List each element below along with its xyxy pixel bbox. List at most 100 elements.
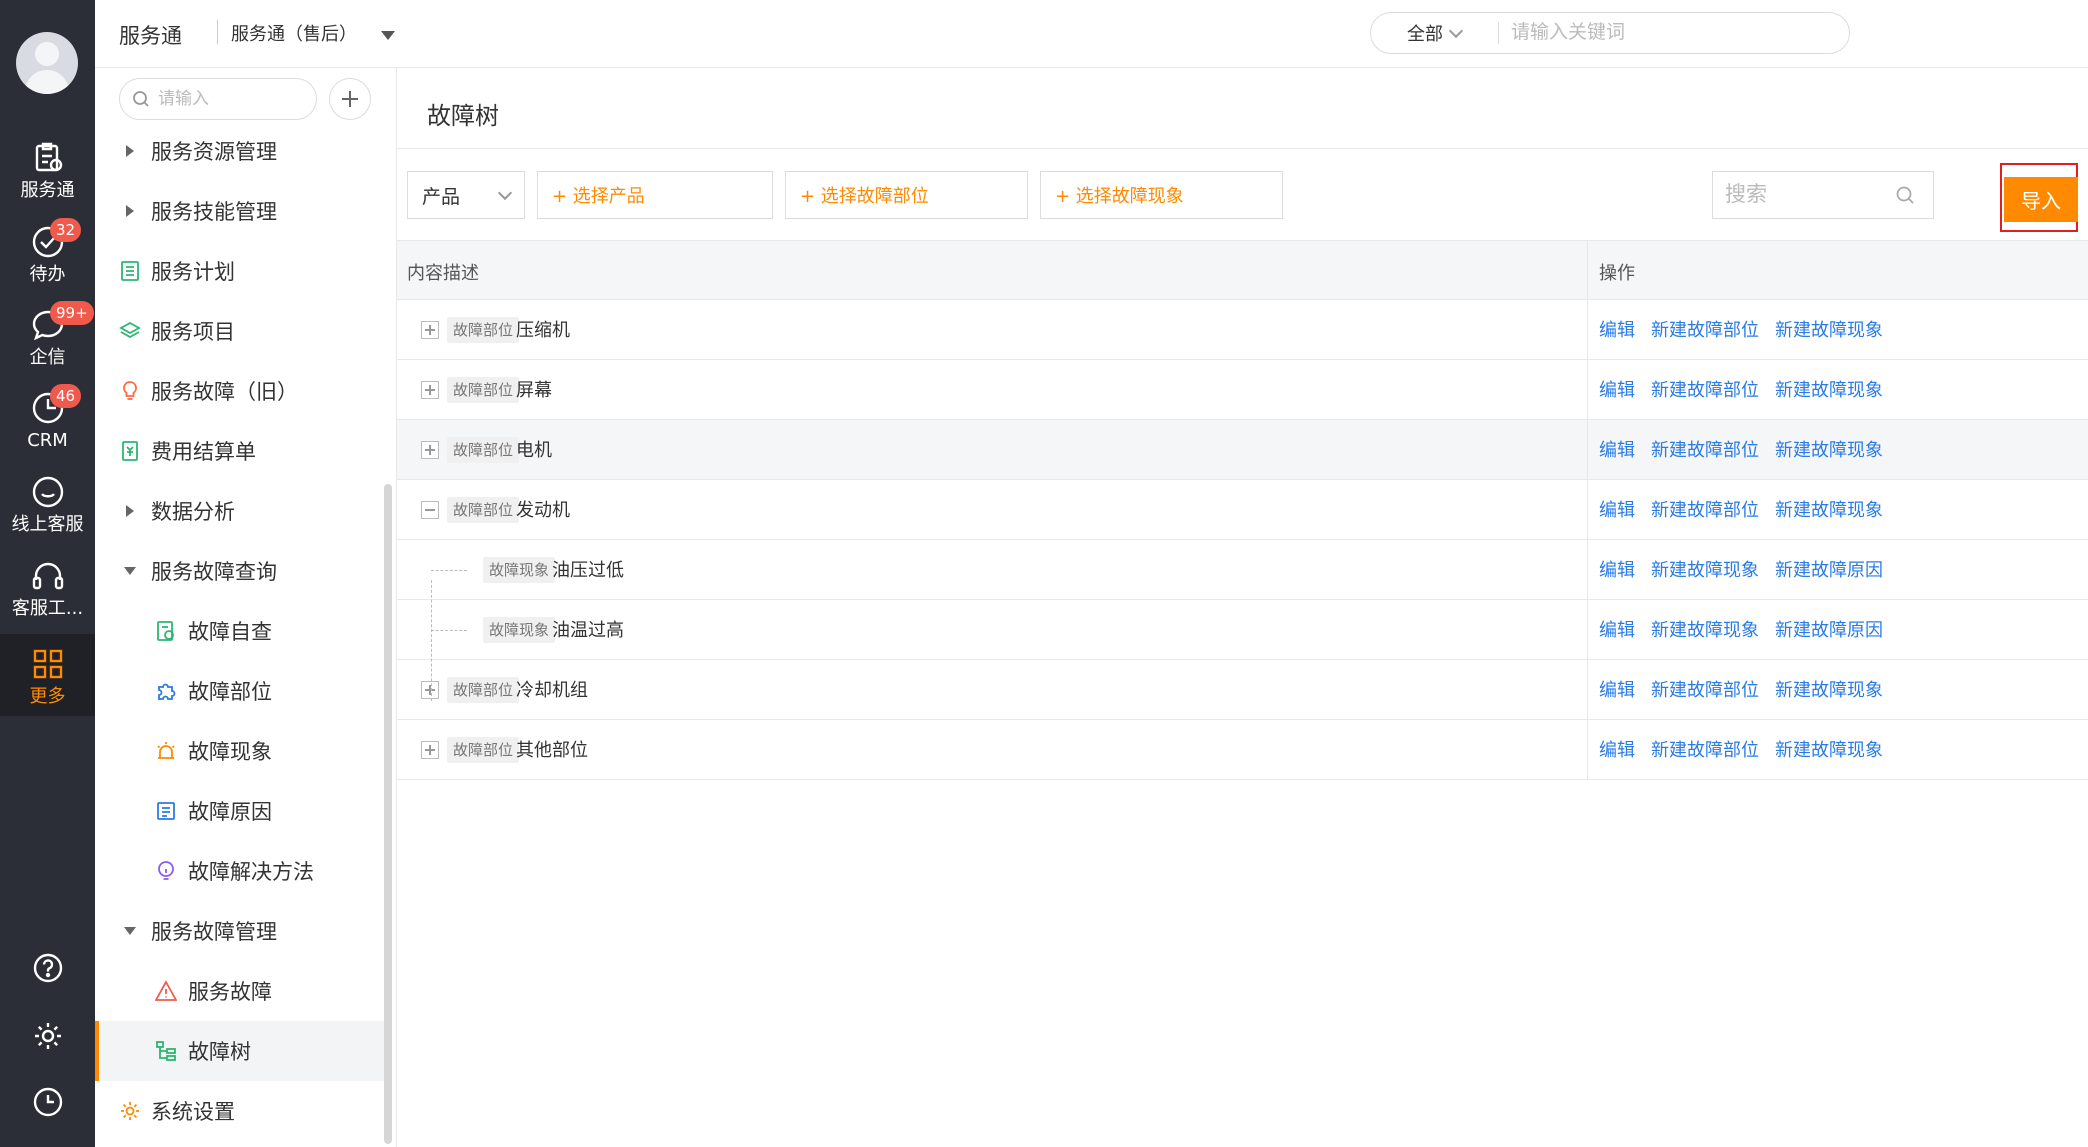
new-part-link[interactable]: 新建故障部位	[1651, 376, 1759, 402]
table-row: 故障现象 油压过低 编辑 新建故障现象 新建故障原因	[397, 540, 2088, 600]
rail-item-more[interactable]: 更多	[0, 634, 95, 716]
history-button[interactable]	[0, 1082, 95, 1122]
nav-item-skill[interactable]: 服务技能管理	[95, 181, 385, 241]
help-button[interactable]	[0, 948, 95, 988]
settings-button[interactable]	[0, 1016, 95, 1056]
nav-item-system-settings[interactable]: 系统设置	[95, 1081, 385, 1141]
nav-item-fault-old[interactable]: 服务故障（旧）	[95, 361, 385, 421]
nav-item-project[interactable]: 服务项目	[95, 301, 385, 361]
nav-item-resource[interactable]: 服务资源管理	[95, 121, 385, 181]
document-lines-icon	[155, 800, 177, 822]
nav-item-fault-solution[interactable]: 故障解决方法	[95, 841, 385, 901]
nav-item-service-fault[interactable]: 服务故障	[95, 961, 385, 1021]
new-cause-link[interactable]: 新建故障原因	[1775, 616, 1883, 642]
new-cause-link[interactable]: 新建故障原因	[1775, 556, 1883, 582]
collapse-arrow-icon	[119, 920, 141, 942]
gear-icon	[119, 1100, 141, 1122]
row-actions: 编辑 新建故障部位 新建故障现象	[1599, 736, 1883, 762]
rail-item-service[interactable]: 服务通	[0, 128, 95, 210]
new-phenomenon-link[interactable]: 新建故障现象	[1651, 556, 1759, 582]
edit-link[interactable]: 编辑	[1599, 376, 1635, 402]
expand-icon[interactable]	[421, 681, 439, 699]
new-phenomenon-link[interactable]: 新建故障现象	[1775, 316, 1883, 342]
new-part-link[interactable]: 新建故障部位	[1651, 436, 1759, 462]
new-part-link[interactable]: 新建故障部位	[1651, 316, 1759, 342]
avatar[interactable]	[16, 32, 78, 94]
global-search-input[interactable]	[1511, 22, 1811, 44]
rail-item-online-service[interactable]: 线上客服	[0, 462, 95, 544]
edit-link[interactable]: 编辑	[1599, 676, 1635, 702]
expand-icon[interactable]	[421, 441, 439, 459]
expand-icon[interactable]	[421, 741, 439, 759]
nav-label: 故障自查	[188, 620, 272, 644]
col-header-desc: 内容描述	[407, 263, 479, 284]
nav-item-settlement[interactable]: 费用结算单	[95, 421, 385, 481]
edit-link[interactable]: 编辑	[1599, 316, 1635, 342]
add-button[interactable]	[329, 78, 371, 120]
search-scope-dropdown[interactable]: 全部	[1371, 22, 1499, 45]
new-part-link[interactable]: 新建故障部位	[1651, 676, 1759, 702]
self-check-icon	[155, 620, 177, 642]
product-filter-select[interactable]: 产品	[407, 171, 525, 219]
new-part-link[interactable]: 新建故障部位	[1651, 496, 1759, 522]
rail-item-todo[interactable]: 待办 32	[0, 212, 95, 294]
collapse-arrow-icon	[119, 560, 141, 582]
top-bar: 服务通 服务通（售后） 全部	[95, 0, 2088, 68]
search-icon	[133, 91, 149, 107]
tree-search-input[interactable]	[1725, 183, 1895, 207]
nav-search-input[interactable]	[158, 89, 298, 109]
edit-link[interactable]: 编辑	[1599, 736, 1635, 762]
nav-label: 服务故障管理	[151, 920, 277, 944]
new-phenomenon-link[interactable]: 新建故障现象	[1775, 736, 1883, 762]
nav-item-fault-query[interactable]: 服务故障查询	[95, 541, 385, 601]
collapse-icon[interactable]	[421, 501, 439, 519]
tree-connector	[431, 630, 467, 631]
nav-item-fault-manage[interactable]: 服务故障管理	[95, 901, 385, 961]
new-phenomenon-link[interactable]: 新建故障现象	[1775, 376, 1883, 402]
clipboard-icon	[35, 142, 62, 172]
layers-icon	[119, 320, 141, 342]
nav-label: 故障解决方法	[188, 860, 314, 884]
new-part-link[interactable]: 新建故障部位	[1651, 736, 1759, 762]
edit-link[interactable]: 编辑	[1599, 436, 1635, 462]
row-actions: 编辑 新建故障现象 新建故障原因	[1599, 616, 1883, 642]
search-icon[interactable]	[1895, 185, 1915, 205]
new-phenomenon-link[interactable]: 新建故障现象	[1775, 436, 1883, 462]
nav-item-fault-phenomenon[interactable]: 故障现象	[95, 721, 385, 781]
row-actions: 编辑 新建故障部位 新建故障现象	[1599, 676, 1883, 702]
edit-link[interactable]: 编辑	[1599, 556, 1635, 582]
nav-item-analysis[interactable]: 数据分析	[95, 481, 385, 541]
table-row: 故障部位 电机 编辑 新建故障部位 新建故障现象	[397, 420, 2088, 480]
nav-item-fault-tree[interactable]: 故障树	[95, 1021, 385, 1081]
select-fault-phenomenon-button[interactable]: + 选择故障现象	[1040, 171, 1283, 219]
smile-chat-icon	[32, 476, 63, 508]
new-phenomenon-link[interactable]: 新建故障现象	[1651, 616, 1759, 642]
nav-scrollbar[interactable]	[384, 484, 392, 1144]
select-product-button[interactable]: + 选择产品	[537, 171, 773, 219]
filter-bar: 产品 + 选择产品 + 选择故障部位 + 选择故障现象	[407, 171, 1283, 219]
nav-label: 数据分析	[151, 500, 235, 524]
expand-icon[interactable]	[421, 321, 439, 339]
search-scope-value: 全部	[1407, 24, 1443, 45]
nav-item-fault-part[interactable]: 故障部位	[95, 661, 385, 721]
table-row: 故障现象 油温过高 编辑 新建故障现象 新建故障原因	[397, 600, 2088, 660]
rail-item-crm[interactable]: CRM 46	[0, 378, 95, 460]
nav-item-fault-cause[interactable]: 故障原因	[95, 781, 385, 841]
nav-label: 服务故障	[188, 980, 272, 1004]
app-select-dropdown[interactable]: 服务通（售后）	[231, 20, 395, 46]
rail-item-agent[interactable]: 客服工...	[0, 546, 95, 628]
new-phenomenon-link[interactable]: 新建故障现象	[1775, 496, 1883, 522]
import-button[interactable]: 导入	[2004, 177, 2078, 222]
nav-item-self-check[interactable]: 故障自查	[95, 601, 385, 661]
nav-item-plan[interactable]: 服务计划	[95, 241, 385, 301]
global-search: 全部	[1370, 12, 1850, 54]
edit-link[interactable]: 编辑	[1599, 496, 1635, 522]
edit-link[interactable]: 编辑	[1599, 616, 1635, 642]
new-phenomenon-link[interactable]: 新建故障现象	[1775, 676, 1883, 702]
row-tag: 故障部位	[447, 377, 520, 403]
app-rail: 服务通 待办 32 企信 99+ CRM 46 线上客服 客服工... 更多	[0, 0, 95, 1147]
rail-item-chat[interactable]: 企信 99+	[0, 295, 95, 377]
expand-icon[interactable]	[421, 381, 439, 399]
bulb-icon	[155, 860, 177, 882]
select-fault-part-button[interactable]: + 选择故障部位	[785, 171, 1028, 219]
